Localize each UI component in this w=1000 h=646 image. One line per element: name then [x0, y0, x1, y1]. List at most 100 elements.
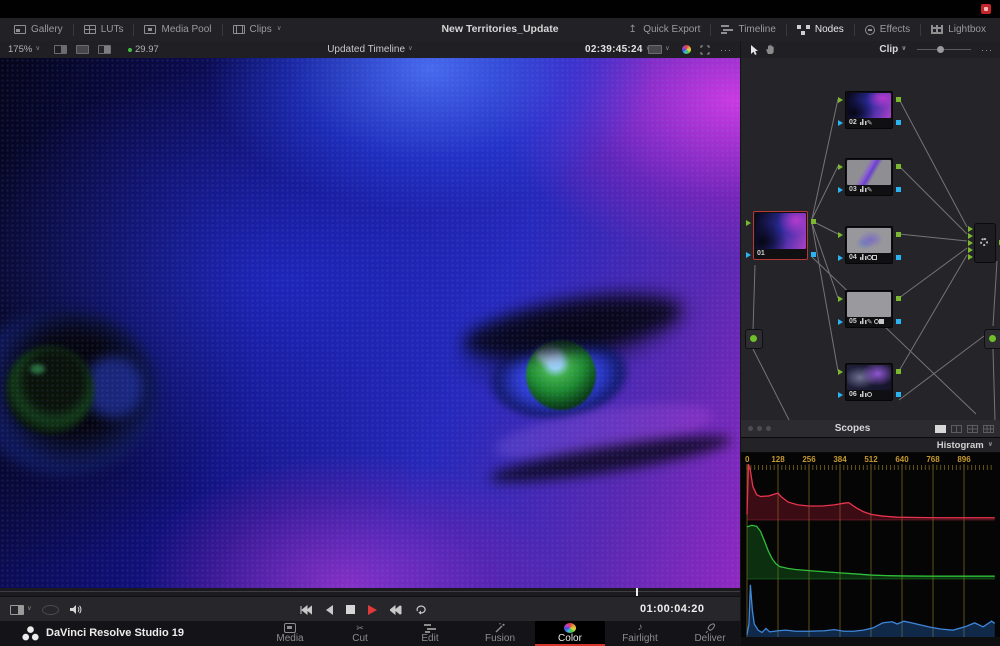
pan-tool-button[interactable]: [765, 41, 776, 58]
audio-mute-button[interactable]: [69, 604, 82, 615]
viewer-layout-dropdown[interactable]: [10, 605, 32, 615]
go-to-end-button[interactable]: [390, 605, 402, 615]
pointer-tool-button[interactable]: [749, 41, 759, 58]
playhead-marker[interactable]: [636, 588, 638, 596]
effects-button[interactable]: Effects: [855, 24, 920, 35]
play-button[interactable]: [368, 605, 377, 615]
viewer-scrub-bar[interactable]: [0, 588, 740, 596]
key-output-pin[interactable]: [896, 120, 901, 125]
grid-layout-button[interactable]: [983, 425, 994, 433]
rgb-input-pin[interactable]: [838, 296, 843, 302]
rgb-output-pin[interactable]: [896, 232, 901, 237]
nodes-button[interactable]: Nodes: [787, 24, 854, 35]
viewer-timecode-dropdown[interactable]: 02:39:45:24: [585, 41, 651, 58]
key-input-pin[interactable]: [838, 392, 843, 398]
wipe-viewer-toggle[interactable]: [98, 45, 111, 54]
panel-dot-icon[interactable]: [766, 426, 771, 431]
mixer-input-pin[interactable]: [968, 233, 973, 239]
media-pool-button[interactable]: Media Pool: [134, 24, 221, 35]
quick-export-button[interactable]: Quick Export: [617, 24, 710, 35]
key-output-pin[interactable]: [896, 255, 901, 260]
rgb-input-pin[interactable]: [838, 369, 843, 375]
rgb-input-pin[interactable]: [838, 232, 843, 238]
rgb-output-pin[interactable]: [896, 369, 901, 374]
node-zoom-slider[interactable]: [917, 49, 971, 50]
svg-text:384: 384: [833, 455, 847, 464]
key-output-pin[interactable]: [896, 319, 901, 324]
mixer-input-pin[interactable]: [968, 240, 973, 246]
panel-dot-icon[interactable]: [757, 426, 762, 431]
tab-color[interactable]: Color: [535, 621, 605, 646]
single-viewer-toggle[interactable]: [54, 45, 67, 54]
key-input-pin[interactable]: [838, 187, 843, 193]
zoom-level-dropdown[interactable]: 175%: [8, 41, 40, 58]
clip-format-dropdown[interactable]: [648, 41, 670, 58]
gallery-button[interactable]: Gallery: [4, 24, 73, 35]
tab-edit[interactable]: Edit: [395, 621, 465, 646]
tab-cut[interactable]: Cut: [325, 621, 395, 646]
key-output-pin[interactable]: [811, 252, 816, 257]
timeline-selector-dropdown[interactable]: Updated Timeline: [327, 41, 413, 58]
corrector-node-06[interactable]: 06: [845, 363, 893, 401]
scopes-panel-footer: [740, 637, 1000, 646]
corrector-node-05[interactable]: 05: [845, 290, 893, 328]
node-options-menu[interactable]: [981, 41, 993, 58]
corrector-node-01[interactable]: 01: [753, 211, 808, 260]
viewer-options-menu[interactable]: [720, 41, 732, 58]
key-output-pin[interactable]: [896, 187, 901, 192]
loop-button[interactable]: [415, 604, 427, 615]
titlebar-red-icon[interactable]: [981, 4, 991, 14]
two-up-layout-button[interactable]: [951, 425, 962, 433]
corrector-node-04[interactable]: 04: [845, 226, 893, 264]
tab-deliver[interactable]: Deliver: [675, 621, 745, 646]
four-up-layout-button[interactable]: [967, 425, 978, 433]
key-input-pin[interactable]: [838, 319, 843, 325]
tab-fairlight[interactable]: Fairlight: [605, 621, 675, 646]
grade-button[interactable]: [682, 41, 691, 58]
rgb-output-pin[interactable]: [896, 164, 901, 169]
corrector-node-02[interactable]: 02: [845, 91, 893, 129]
node-view-mode-dropdown[interactable]: Clip: [873, 41, 913, 58]
rgb-output-pin[interactable]: [896, 296, 901, 301]
color-viewer[interactable]: [0, 58, 740, 588]
step-back-button[interactable]: [325, 605, 333, 615]
deliver-page-icon: [704, 623, 716, 633]
source-node[interactable]: [745, 329, 763, 349]
tab-fusion[interactable]: Fusion: [465, 621, 535, 646]
svg-text:512: 512: [864, 455, 878, 464]
rgb-output-pin[interactable]: [811, 219, 816, 224]
mixer-input-pin[interactable]: [968, 247, 973, 253]
rgb-input-pin[interactable]: [838, 97, 843, 103]
stop-button[interactable]: [346, 605, 355, 614]
luts-button[interactable]: LUTs: [74, 24, 134, 35]
sink-node[interactable]: [984, 329, 1000, 349]
clips-button[interactable]: Clips: [223, 24, 292, 35]
key-input-pin[interactable]: [838, 255, 843, 261]
key-input-pin[interactable]: [838, 120, 843, 126]
check-badge-icon: [879, 319, 884, 324]
node-graph[interactable]: 01 02 03: [740, 58, 1000, 420]
slider-knob[interactable]: [937, 46, 944, 53]
tab-media[interactable]: Media: [255, 621, 325, 646]
rgb-input-pin[interactable]: [838, 164, 843, 170]
expand-viewer-button[interactable]: [700, 41, 710, 58]
scope-mode-dropdown[interactable]: Histogram: [741, 438, 1000, 453]
rgb-input-pin[interactable]: [746, 220, 751, 226]
corrector-node-03[interactable]: 03: [845, 158, 893, 196]
lightbox-button[interactable]: Lightbox: [921, 24, 996, 35]
panel-dot-icon[interactable]: [748, 426, 753, 431]
timeline-icon: [721, 25, 733, 34]
mixer-input-pin[interactable]: [968, 254, 973, 260]
split-viewer-toggle[interactable]: [76, 45, 89, 54]
color-page-icon: [564, 623, 576, 633]
rgb-output-pin[interactable]: [896, 97, 901, 102]
go-to-start-button[interactable]: [300, 605, 312, 615]
bypass-grades-icon[interactable]: [42, 605, 59, 615]
key-output-pin[interactable]: [896, 392, 901, 397]
key-input-pin[interactable]: [746, 252, 751, 258]
layer-mixer-node[interactable]: [974, 223, 996, 263]
one-up-layout-button[interactable]: [935, 425, 946, 433]
timeline-button[interactable]: Timeline: [711, 24, 785, 35]
media-pool-icon: [144, 25, 156, 34]
mixer-input-pin[interactable]: [968, 226, 973, 232]
